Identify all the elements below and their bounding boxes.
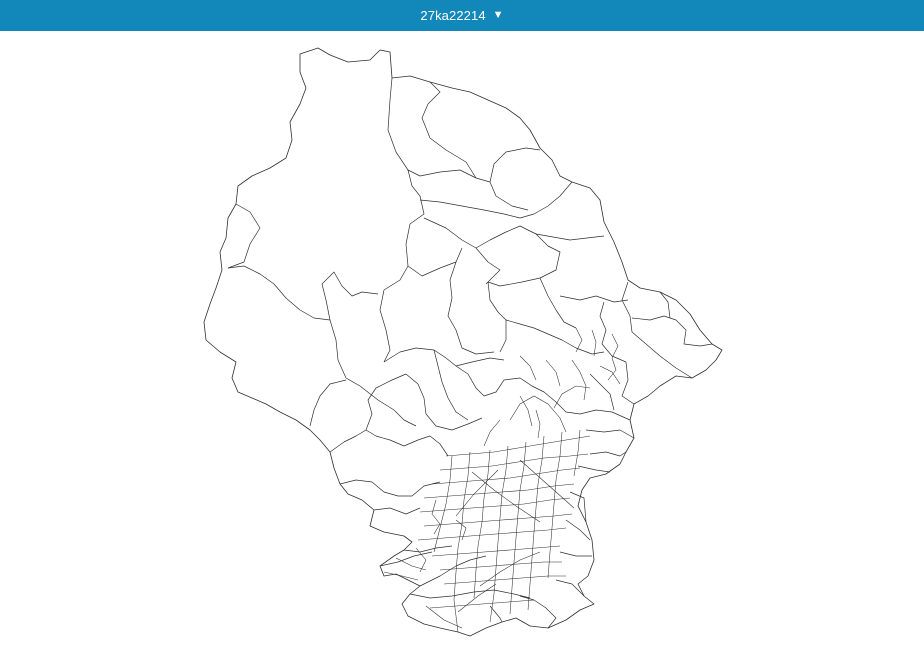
map-canvas[interactable]: [0, 31, 924, 660]
boundary-map: [203, 47, 723, 637]
area-code-label: 27ka22214: [420, 8, 486, 23]
area-selector-dropdown[interactable]: 27ka22214 ▼: [0, 0, 924, 31]
outer-boundary: [203, 47, 723, 637]
triangle-down-icon: ▼: [492, 9, 504, 21]
